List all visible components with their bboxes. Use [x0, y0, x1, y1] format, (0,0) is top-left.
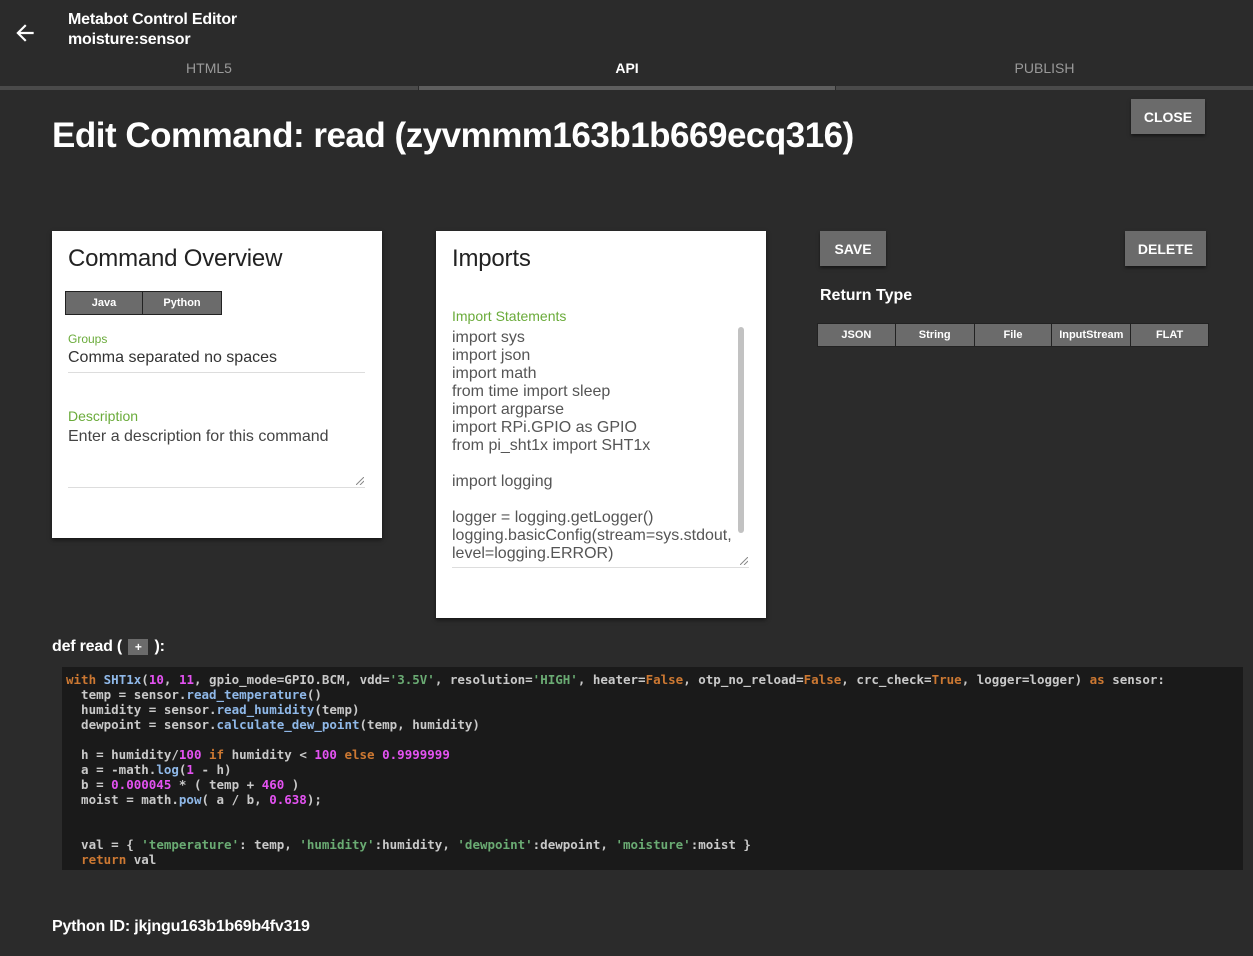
imports-card: Imports Import Statements import sys imp…: [436, 231, 766, 618]
card-title: Command Overview: [68, 245, 283, 272]
return-type-toggle: JSON String File InputStream FLAT: [817, 323, 1209, 347]
code-line: return val: [81, 852, 157, 867]
add-parameter-button[interactable]: +: [128, 638, 149, 655]
code-line: a = -math.log(1 - h): [66, 762, 232, 777]
description-label: Description: [68, 408, 139, 424]
close-button[interactable]: CLOSE: [1131, 99, 1205, 134]
return-file-button[interactable]: File: [975, 324, 1053, 346]
top-bar: Metabot Control Editor moisture:sensor H…: [0, 0, 1253, 90]
groups-underline: [68, 372, 365, 373]
return-inputstream-button[interactable]: InputStream: [1052, 324, 1132, 346]
import-line: import RPi.GPIO as GPIO: [452, 419, 637, 436]
python-id: Python ID: jkjngu163b1b69b4fv319: [52, 918, 310, 935]
code-line: dewpoint = sensor.calculate_dew_point(te…: [66, 717, 480, 732]
import-line: [452, 491, 738, 509]
imports-underline: [452, 567, 749, 568]
def-prefix: def read (: [52, 638, 123, 655]
return-type-label: Return Type: [820, 287, 913, 304]
code-line: moist = math.pow( a / b, 0.638);: [66, 792, 322, 807]
import-statements-label: Import Statements: [452, 308, 567, 324]
imports-scrollbar[interactable]: [738, 327, 744, 533]
description-underline: [68, 487, 365, 488]
back-arrow-icon[interactable]: [12, 20, 38, 46]
code-line: val = { 'temperature': temp, 'humidity':…: [66, 837, 751, 852]
app-title: Metabot Control Editor: [68, 11, 237, 28]
function-signature: def read ( + ):: [52, 638, 165, 656]
import-line: import json: [452, 347, 531, 364]
import-line: logger = logging.getLogger(): [452, 509, 654, 526]
code-editor[interactable]: with SHT1x(10, 11, gpio_mode=GPIO.BCM, v…: [62, 667, 1243, 870]
resize-handle-icon[interactable]: [356, 477, 364, 485]
tab-html5[interactable]: HTML5: [0, 56, 418, 90]
code-line: temp = sensor.read_temperature(): [66, 687, 322, 702]
imports-textarea[interactable]: import sys import json import math from …: [452, 329, 738, 565]
import-line: import sys: [452, 329, 525, 346]
tab-bar: HTML5 API PUBLISH: [0, 56, 1253, 90]
groups-label: Groups: [68, 332, 108, 346]
lang-java-button[interactable]: Java: [66, 292, 143, 314]
code-line: h = humidity/100 if humidity < 100 else …: [66, 747, 450, 762]
return-flat-button[interactable]: FLAT: [1131, 324, 1208, 346]
return-string-button[interactable]: String: [896, 324, 975, 346]
description-field[interactable]: Enter a description for this command: [68, 428, 329, 446]
code-line: with SHT1x(10, 11, gpio_mode=GPIO.BCM, v…: [66, 672, 1165, 687]
tab-api[interactable]: API: [419, 56, 835, 90]
import-line: [452, 455, 738, 473]
language-toggle: Java Python: [65, 291, 222, 315]
code-line: b = 0.000045 * ( temp + 460 ): [66, 777, 300, 792]
code-line: humidity = sensor.read_humidity(temp): [66, 702, 360, 717]
command-overview-card: Command Overview Java Python Groups Comm…: [52, 231, 382, 538]
import-line: from time import sleep: [452, 383, 611, 400]
def-suffix: ):: [154, 638, 165, 655]
save-button[interactable]: SAVE: [820, 231, 886, 266]
page-title: Edit Command: read (zyvmmm163b1b669ecq31…: [52, 116, 854, 155]
card-title: Imports: [452, 245, 531, 272]
import-line: import math: [452, 365, 537, 382]
import-line: from pi_sht1x import SHT1x: [452, 437, 651, 454]
return-json-button[interactable]: JSON: [818, 324, 896, 346]
tab-underline: [0, 86, 418, 90]
import-line: import argparse: [452, 401, 565, 418]
tab-underline-active: [419, 86, 835, 90]
groups-field[interactable]: Comma separated no spaces: [68, 349, 277, 367]
tab-underline: [836, 86, 1253, 90]
resize-handle-icon[interactable]: [740, 557, 748, 565]
import-line: level=logging.ERROR): [452, 545, 614, 562]
lang-python-button[interactable]: Python: [143, 292, 221, 314]
tab-publish[interactable]: PUBLISH: [836, 56, 1253, 90]
app-subtitle: moisture:sensor: [68, 31, 191, 48]
delete-button[interactable]: DELETE: [1125, 231, 1206, 266]
import-line: import logging: [452, 473, 553, 490]
import-line: logging.basicConfig(stream=sys.stdout,: [452, 527, 732, 544]
